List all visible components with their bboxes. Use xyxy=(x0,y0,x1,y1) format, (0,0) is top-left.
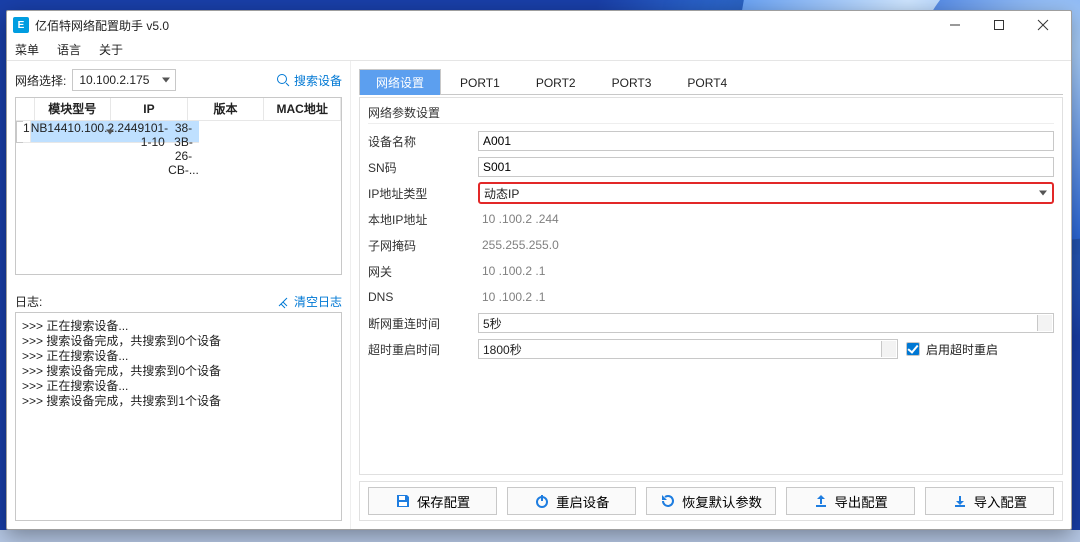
log-line: >>> 搜索设备完成，共搜索到1个设备 xyxy=(22,394,335,409)
menubar: 菜单 语言 关于 xyxy=(7,39,1071,61)
tab-network[interactable]: 网络设置 xyxy=(359,69,441,95)
save-button[interactable]: 保存配置 xyxy=(368,487,497,515)
cell-index: 1 xyxy=(23,121,31,143)
save-icon xyxy=(395,493,411,509)
minimize-button[interactable] xyxy=(933,13,977,37)
check-icon xyxy=(906,342,920,356)
input-reconn[interactable]: 5秒 xyxy=(478,313,1054,333)
col-version: 版本 xyxy=(187,98,264,120)
label-devname: 设备名称 xyxy=(368,133,478,150)
label-reboot: 超时重启时间 xyxy=(368,341,478,358)
export-icon xyxy=(813,493,829,509)
app-window: E 亿佰特网络配置助手 v5.0 菜单 语言 关于 网络选择: 10.100.2… xyxy=(6,10,1072,530)
restart-button-label: 重启设备 xyxy=(556,492,609,511)
log-line: >>> 搜索设备完成，共搜索到0个设备 xyxy=(22,364,335,379)
restore-button-label: 恢复默认参数 xyxy=(682,492,762,511)
tab-port1[interactable]: PORT1 xyxy=(443,69,517,95)
label-dns: DNS xyxy=(368,290,478,304)
device-table[interactable]: 模块型号 IP 版本 MAC地址 1 NB144 10.100.2.244 91… xyxy=(15,97,342,275)
checkbox-enable-reboot-label: 启用超时重启 xyxy=(926,341,998,358)
app-icon: E xyxy=(13,17,29,33)
titlebar[interactable]: E 亿佰特网络配置助手 v5.0 xyxy=(7,11,1071,39)
value-dns: 10 .100.2 .1 xyxy=(478,290,545,304)
network-select[interactable]: 10.100.2.175 xyxy=(72,69,176,91)
import-button[interactable]: 导入配置 xyxy=(925,487,1054,515)
input-sn[interactable] xyxy=(478,157,1054,177)
menu-item[interactable]: 菜单 xyxy=(15,41,39,58)
input-reboot[interactable]: 1800秒 xyxy=(478,339,898,359)
export-button[interactable]: 导出配置 xyxy=(786,487,915,515)
broom-icon xyxy=(276,295,290,309)
table-row[interactable]: 1 NB144 10.100.2.244 9101-1-10 38-3B-26-… xyxy=(16,121,120,143)
label-gw: 网关 xyxy=(368,263,478,280)
cell-mac: 38-3B-26-CB-... xyxy=(168,121,199,143)
log-line: >>> 正在搜索设备... xyxy=(22,319,335,334)
log-line: >>> 搜索设备完成，共搜索到0个设备 xyxy=(22,334,335,349)
checkbox-enable-reboot[interactable]: 启用超时重启 xyxy=(906,341,998,358)
import-icon xyxy=(952,493,968,509)
tab-port2[interactable]: PORT2 xyxy=(519,69,593,95)
input-devname[interactable] xyxy=(478,131,1054,151)
tab-port3[interactable]: PORT3 xyxy=(595,69,669,95)
maximize-button[interactable] xyxy=(977,13,1021,37)
network-panel: 网络参数设置 设备名称 SN码 IP地址类型 动态IP 本地IP地址 xyxy=(359,97,1063,475)
clear-log-label: 清空日志 xyxy=(294,293,342,310)
label-sn: SN码 xyxy=(368,159,478,176)
import-button-label: 导入配置 xyxy=(974,492,1027,511)
refresh-icon xyxy=(660,493,676,509)
network-select-label: 网络选择: xyxy=(15,72,66,89)
cell-version: 9101-1-10 xyxy=(137,121,168,143)
search-devices-button[interactable]: 搜索设备 xyxy=(276,72,342,89)
value-mask: 255.255.255.0 xyxy=(478,238,559,252)
col-index xyxy=(16,98,34,120)
export-button-label: 导出配置 xyxy=(835,492,888,511)
col-model: 模块型号 xyxy=(34,98,111,120)
action-bar: 保存配置 重启设备 恢复默认参数 导出配置 导入配置 xyxy=(359,481,1063,521)
network-select-value: 10.100.2.175 xyxy=(79,73,149,87)
tab-strip: 网络设置 PORT1 PORT2 PORT3 PORT4 xyxy=(359,69,1063,95)
select-iptype-value: 动态IP xyxy=(484,185,519,202)
log-line: >>> 正在搜索设备... xyxy=(22,349,335,364)
power-icon xyxy=(534,493,550,509)
window-title: 亿佰特网络配置助手 v5.0 xyxy=(35,17,169,34)
value-gw: 10 .100.2 .1 xyxy=(478,264,545,278)
search-devices-label: 搜索设备 xyxy=(294,72,342,89)
input-reconn-value: 5秒 xyxy=(483,315,502,332)
select-iptype[interactable]: 动态IP xyxy=(478,182,1054,204)
log-title: 日志: xyxy=(15,293,42,310)
tab-port4[interactable]: PORT4 xyxy=(670,69,744,95)
label-reconn: 断网重连时间 xyxy=(368,315,478,332)
col-ip: IP xyxy=(111,98,188,120)
taskbar xyxy=(0,530,1080,542)
log-box[interactable]: >>> 正在搜索设备... >>> 搜索设备完成，共搜索到0个设备 >>> 正在… xyxy=(15,312,342,521)
label-localip: 本地IP地址 xyxy=(368,211,478,228)
label-mask: 子网掩码 xyxy=(368,237,478,254)
menu-item[interactable]: 关于 xyxy=(99,41,123,58)
cell-ip: 10.100.2.244 xyxy=(67,121,137,143)
menu-item[interactable]: 语言 xyxy=(57,41,81,58)
close-button[interactable] xyxy=(1021,13,1065,37)
section-title: 网络参数设置 xyxy=(368,102,1054,124)
log-line: >>> 正在搜索设备... xyxy=(22,379,335,394)
label-iptype: IP地址类型 xyxy=(368,185,478,202)
input-reboot-value: 1800秒 xyxy=(483,341,522,358)
search-icon xyxy=(276,73,290,87)
restart-button[interactable]: 重启设备 xyxy=(507,487,636,515)
value-localip: 10 .100.2 .244 xyxy=(478,212,559,226)
col-mac: MAC地址 xyxy=(264,98,341,120)
clear-log-button[interactable]: 清空日志 xyxy=(276,293,342,310)
save-button-label: 保存配置 xyxy=(417,492,470,511)
cell-model: NB144 xyxy=(31,121,68,143)
restore-button[interactable]: 恢复默认参数 xyxy=(646,487,775,515)
